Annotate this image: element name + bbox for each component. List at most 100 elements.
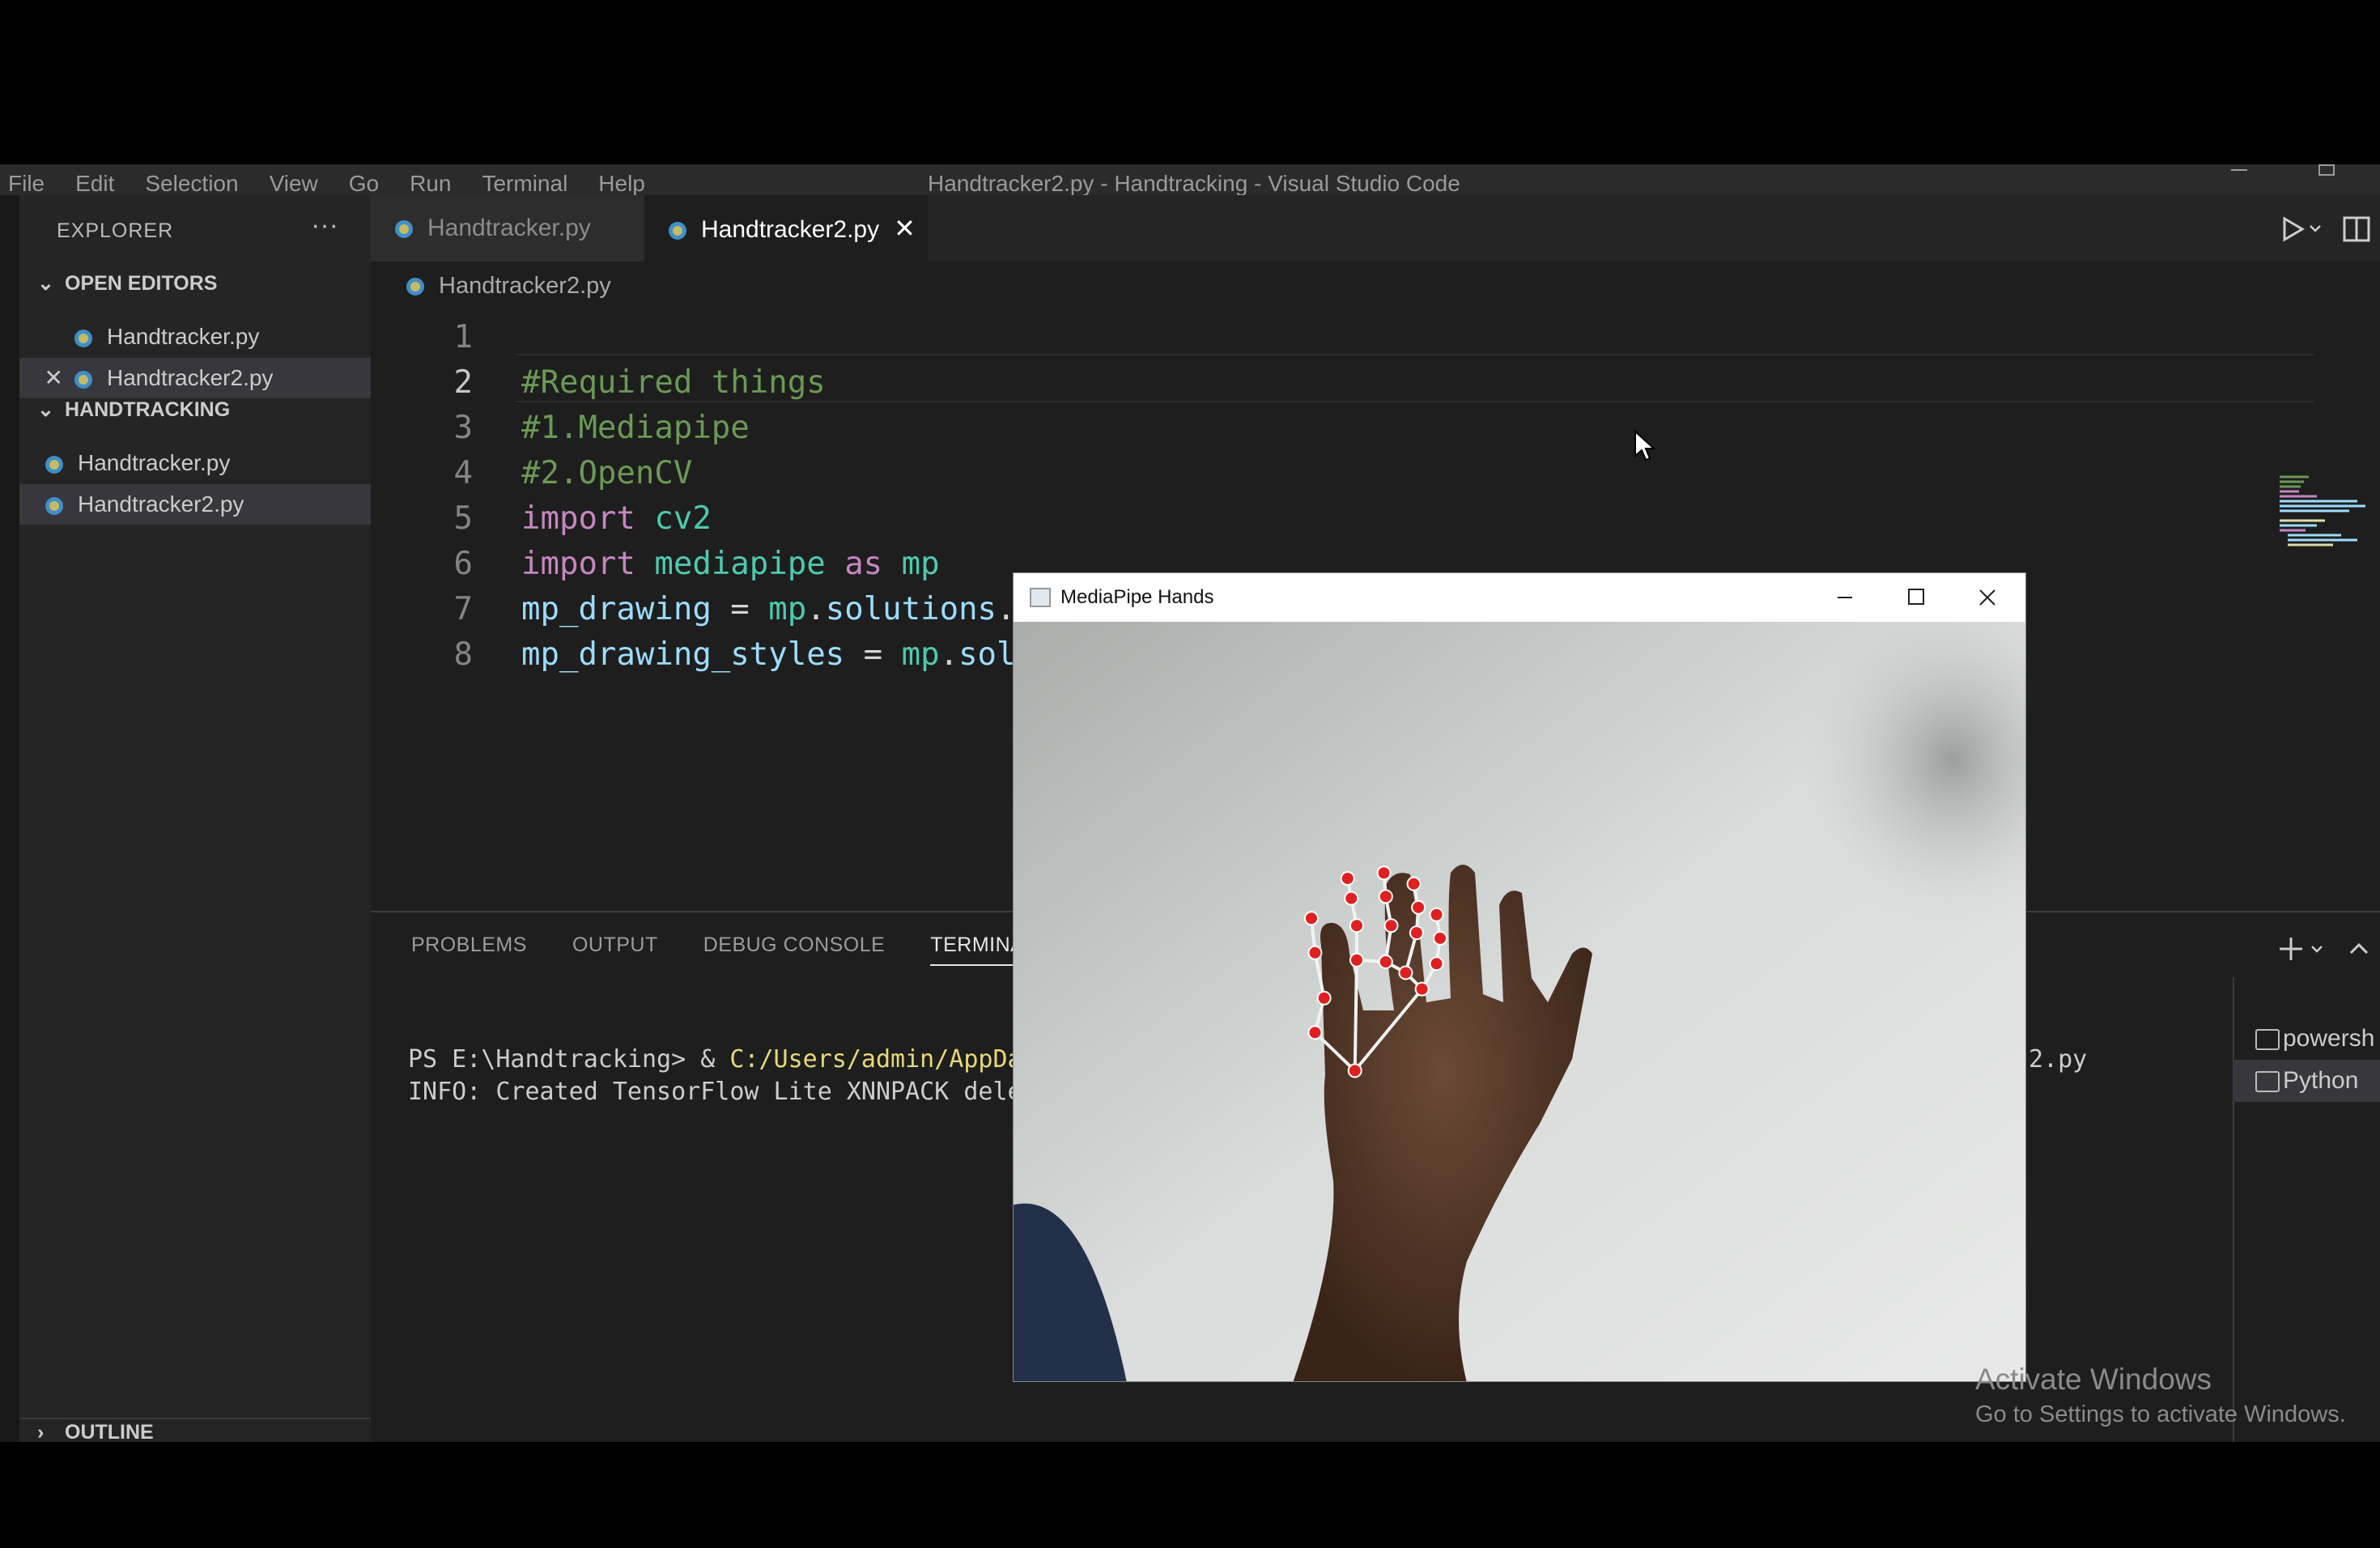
window-title: Handtracker2.py - Handtracking - Visual … [928,171,1460,196]
hand-landmark-point [1378,889,1393,904]
maximize-icon[interactable] [2317,164,2336,176]
chevron-down-icon: ⌄ [37,272,54,295]
mouse-cursor-icon [1634,430,1656,461]
code-text: import mediapipe as mp [521,542,940,587]
chevron-right-icon: › [37,1421,45,1442]
menu-item-selection[interactable]: Selection [145,172,238,195]
menu-item-go[interactable]: Go [349,172,379,195]
menu-item-help[interactable]: Help [598,172,645,195]
mediapipe-title-bar[interactable]: MediaPipe Hands [1014,573,2025,622]
maximize-panel-icon[interactable] [2349,942,2369,955]
menu-item-file[interactable]: File [8,172,45,195]
file-item[interactable]: Handtracker.py [19,443,371,483]
folder-header[interactable]: ⌄ HANDTRACKING [37,398,230,422]
hand-landmark-point [1349,918,1364,933]
terminal-prompt: PS E:\Handtracking> & [408,1045,730,1074]
panel-tab-debug-console[interactable]: DEBUG CONSOLE [703,912,886,977]
terminal-output[interactable]: PS E:\Handtracking> & C:/Users/admin/App… [408,1044,1037,1108]
python-file-icon [74,329,92,347]
terminal-item-label: Python [2283,1067,2359,1094]
hand-landmark-point [1349,952,1364,968]
outline-header[interactable]: › OUTLINE [37,1421,154,1442]
hand-landmark-point [1409,925,1424,941]
line-number: 7 [453,591,473,627]
code-line[interactable]: 2 #Required things [371,360,2380,406]
line-number: 8 [453,636,473,673]
file-label: Handtracker.py [107,324,260,349]
chevron-down-icon[interactable] [2311,946,2323,953]
breadcrumb[interactable]: Handtracker2.py [371,262,611,310]
file-item[interactable]: Handtracker.py [19,317,371,357]
run-icon[interactable] [2283,216,2305,242]
hand-landmark-point [1307,1025,1323,1040]
hand-landmark-point [1433,930,1447,946]
terminal-info-line: INFO: Created TensorFlow Lite XNNPACK de… [408,1078,1037,1106]
close-editor-icon[interactable]: ✕ [19,358,74,398]
line-number: 3 [453,410,473,446]
menu-item-view[interactable]: View [270,172,318,195]
code-line[interactable]: 3 #1.Mediapipe [371,406,2380,451]
tab-label: Handtracker2.py [701,216,880,243]
file-item[interactable]: ✕ Handtracker2.py [19,358,371,398]
python-file-icon [669,222,686,240]
hand-landmark-point [1344,891,1359,906]
python-file-icon [395,220,413,239]
code-token: as [844,546,883,582]
code-text: #2.OpenCV [521,451,692,496]
hand-landmark-point [1398,965,1413,980]
open-editors-header[interactable]: ⌄ OPEN EDITORS [37,271,217,296]
outline-section[interactable]: › OUTLINE [19,1418,371,1442]
code-line[interactable]: 1 [371,315,2380,360]
hand-landmark-point [1429,956,1444,972]
panel-tab-problems[interactable]: PROBLEMS [411,912,527,977]
explorer-header: EXPLORER [57,219,174,242]
title-bar: File Edit Selection View Go Run Terminal Help H… [0,164,2380,196]
menu-bar: File Edit Selection View Go Run Terminal Help [8,164,676,195]
code-text: mp_drawing_styles = mp.sol [521,632,1016,677]
panel-tab-output[interactable]: OUTPUT [572,912,658,977]
more-actions-icon[interactable]: ··· [311,210,338,241]
line-number: 1 [453,319,473,355]
tab-handtracker2[interactable]: Handtracker2.py ✕ [644,195,928,262]
open-editors-label: OPEN EDITORS [65,272,218,295]
terminal-item-python[interactable]: Python [2234,1060,2380,1102]
add-terminal-icon[interactable] [2280,938,2302,960]
landmark-connection [1353,959,1358,1071]
webcam-feed [1014,622,2025,1381]
python-file-icon [74,370,92,389]
chevron-down-icon[interactable] [2310,225,2321,232]
code-token: mp_drawing [521,591,712,627]
code-token: . [997,591,1016,627]
code-line[interactable]: 5 import cv2 [371,496,2380,542]
python-file-icon [406,278,424,296]
code-token: cv2 [654,500,712,537]
menu-item-edit[interactable]: Edit [75,172,114,195]
hand-landmark-point [1316,990,1332,1006]
minimize-icon[interactable] [2229,164,2249,176]
menu-item-terminal[interactable]: Terminal [482,172,567,195]
maximize-icon[interactable] [1880,573,1951,622]
code-line[interactable]: 4 #2.OpenCV [371,451,2380,496]
code-text: mp_drawing = mp.solutions. [521,587,1016,632]
minimize-icon[interactable] [1808,573,1880,622]
desktop-screen: File Edit Selection View Go Run Terminal Help H… [0,164,2380,1442]
python-file-icon [45,496,63,515]
mediapipe-window[interactable]: MediaPipe Hands [1014,573,2025,1381]
close-tab-icon[interactable]: ✕ [894,214,916,243]
file-item[interactable]: Handtracker2.py [19,484,371,525]
menu-item-run[interactable]: Run [410,172,451,195]
code-token: import [521,546,635,582]
code-text: import cv2 [521,496,712,542]
run-and-split-actions [2283,216,2370,242]
mediapipe-window-title: MediaPipe Hands [1060,586,1214,608]
python-file-icon [45,455,63,474]
hand-landmark-point [1429,907,1444,922]
terminal-icon [2255,1071,2280,1092]
terminal-item-powershell[interactable]: powersh [2234,1018,2380,1060]
tab-handtracker[interactable]: Handtracker.py [371,195,669,262]
close-icon[interactable] [1951,573,2022,622]
line-number: 6 [453,546,473,582]
explorer-sidebar: EXPLORER ··· ⌄ OPEN EDITORS Handtracker.p… [19,195,371,1442]
